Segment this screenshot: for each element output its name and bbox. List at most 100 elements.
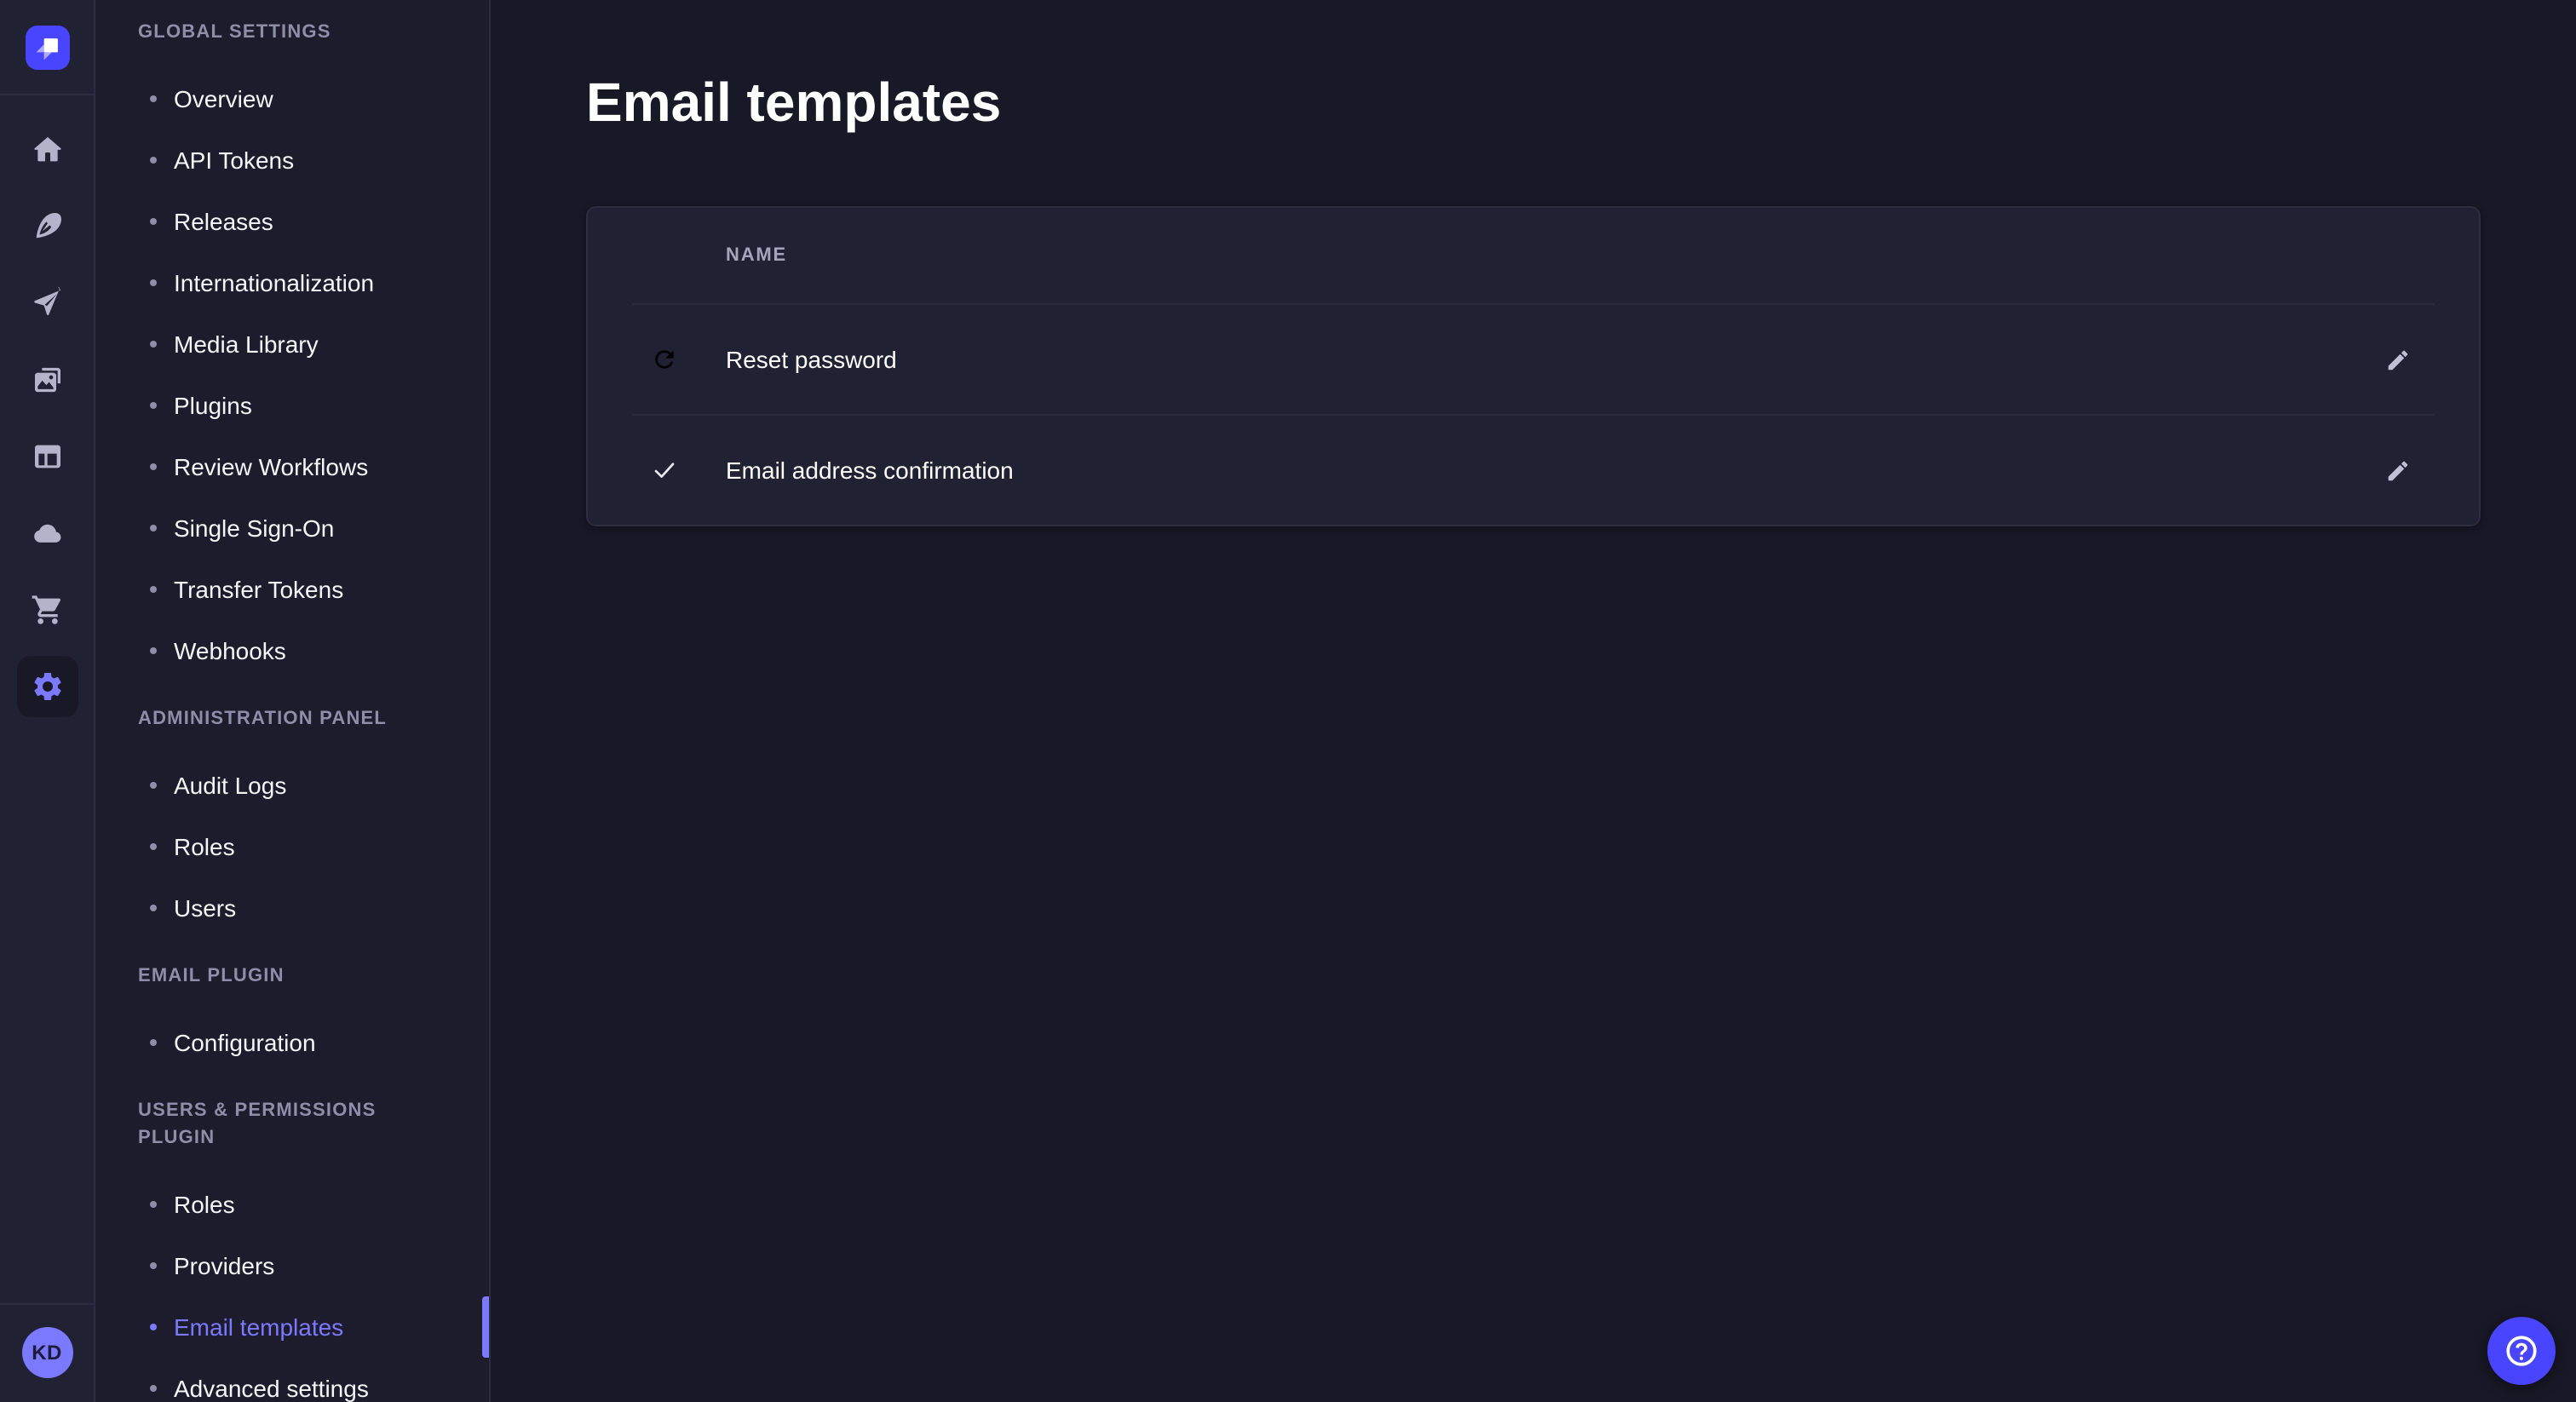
subnav-section-list: Overview API Tokens Releases Internationali…	[95, 68, 489, 681]
subnav-item-label: Releases	[174, 204, 273, 238]
bullet-icon	[150, 157, 157, 164]
subnav-item-webhooks[interactable]: Webhooks	[95, 620, 489, 681]
paper-plane-icon	[30, 286, 64, 320]
subnav-item-roles[interactable]: Roles	[95, 1174, 489, 1235]
nav-cloud-button[interactable]	[16, 503, 78, 564]
user-avatar[interactable]: KD	[21, 1327, 72, 1378]
refresh-icon	[651, 346, 678, 373]
subnav-item-label: Review Workflows	[174, 450, 368, 484]
table-body: Reset password Email address confirmation	[588, 303, 2479, 525]
subnav-item-review-workflows[interactable]: Review Workflows	[95, 436, 489, 497]
subnav-item-label: Plugins	[174, 388, 252, 422]
subnav-item-internationalization[interactable]: Internationalization	[95, 252, 489, 313]
edit-template-button[interactable]	[2370, 443, 2424, 497]
edit-template-button[interactable]	[2370, 332, 2424, 387]
subnav-item-label: Users	[174, 891, 236, 925]
subnav-item-roles[interactable]: Roles	[95, 816, 489, 877]
table-row-reset-password[interactable]: Reset password	[588, 305, 2479, 414]
nav-feather-button[interactable]	[16, 196, 78, 257]
bullet-icon	[150, 1324, 157, 1330]
subnav-item-label: Media Library	[174, 327, 319, 361]
subnav-section-list: Roles Providers Email templatesAdvanced se…	[95, 1174, 489, 1402]
cart-icon	[30, 593, 64, 627]
subnav-item-label: Providers	[174, 1249, 274, 1283]
subnav-section-list: Audit Logs Roles Users	[95, 755, 489, 939]
subnav-section-email-plugin: EMAIL PLUGIN Configuration	[95, 962, 489, 1073]
subnav-section-label: USERS & PERMISSIONS PLUGIN	[138, 1097, 448, 1152]
subnav-item-single-sign-on[interactable]: Single Sign-On	[95, 497, 489, 559]
images-icon	[30, 363, 64, 397]
bullet-icon	[150, 782, 157, 789]
subnav-item-releases[interactable]: Releases	[95, 191, 489, 252]
nav-cart-button[interactable]	[16, 579, 78, 641]
subnav-item-providers[interactable]: Providers	[95, 1235, 489, 1296]
subnav-item-label: Overview	[174, 82, 273, 116]
bullet-icon	[150, 1201, 157, 1208]
subnav-item-label: Single Sign-On	[174, 511, 334, 545]
bullet-icon	[150, 843, 157, 850]
rail-bottom: KD	[0, 1303, 94, 1402]
bullet-icon	[150, 95, 157, 102]
subnav-item-label: Audit Logs	[174, 768, 286, 802]
subnav-item-label: Transfer Tokens	[174, 572, 343, 606]
subnav-section-label: GLOBAL SETTINGS	[138, 19, 448, 46]
subnav-section-list: Configuration	[95, 1012, 489, 1073]
strapi-logo[interactable]	[25, 26, 69, 70]
refresh-icon	[651, 346, 678, 373]
subnav-item-users[interactable]: Users	[95, 877, 489, 939]
subnav-item-media-library[interactable]: Media Library	[95, 313, 489, 375]
bullet-icon	[150, 905, 157, 911]
check-icon	[651, 457, 678, 484]
table-header-row: NAME	[588, 208, 2479, 303]
bullet-icon	[150, 1262, 157, 1269]
page-title: Email templates	[586, 68, 2481, 136]
cloud-icon	[30, 516, 64, 550]
subnav-item-api-tokens[interactable]: API Tokens	[95, 129, 489, 191]
bullet-icon	[150, 463, 157, 470]
app-root: KD GLOBAL SETTINGS Overview API Tokens Rele…	[0, 0, 2576, 1402]
nav-paper-plane-button[interactable]	[16, 273, 78, 334]
template-name: Email address confirmation	[726, 453, 2370, 487]
subnav-section-label: ADMINISTRATION PANEL	[138, 705, 448, 733]
pencil-icon	[2384, 347, 2410, 372]
bullet-icon	[150, 279, 157, 286]
bullet-icon	[150, 341, 157, 348]
subnav-section-users-permissions-plugin: USERS & PERMISSIONS PLUGIN Roles Providers…	[95, 1097, 489, 1402]
subnav-item-configuration[interactable]: Configuration	[95, 1012, 489, 1073]
email-templates-table: NAME Reset password Email address confirm…	[586, 206, 2481, 526]
subnav-item-audit-logs[interactable]: Audit Logs	[95, 755, 489, 816]
strapi-logo-icon	[25, 26, 69, 70]
bullet-icon	[150, 1039, 157, 1046]
subnav-item-label: Configuration	[174, 1026, 316, 1060]
template-name: Reset password	[726, 342, 2370, 376]
main-content: Email templates NAME Reset password Email…	[491, 0, 2576, 1402]
question-circle-icon	[2503, 1332, 2540, 1370]
subnav-item-label: Webhooks	[174, 634, 286, 668]
help-button[interactable]	[2487, 1317, 2556, 1385]
column-header-name: NAME	[726, 242, 787, 269]
subnav-item-advanced-settings[interactable]: Advanced settings	[95, 1358, 489, 1402]
pencil-icon	[2384, 457, 2410, 483]
table-row-email-address-confirmation[interactable]: Email address confirmation	[588, 416, 2479, 525]
subnav-item-transfer-tokens[interactable]: Transfer Tokens	[95, 559, 489, 620]
subnav-item-plugins[interactable]: Plugins	[95, 375, 489, 436]
bullet-icon	[150, 402, 157, 409]
settings-subnav: GLOBAL SETTINGS Overview API Tokens Release…	[95, 0, 491, 1402]
nav-gear-button[interactable]	[16, 656, 78, 717]
main-nav-rail: KD	[0, 0, 95, 1402]
rail-divider	[0, 94, 94, 95]
subnav-item-label: Roles	[174, 1187, 235, 1221]
nav-home-button[interactable]	[16, 119, 78, 181]
subnav-section-label: EMAIL PLUGIN	[138, 962, 448, 990]
gear-icon	[30, 669, 64, 704]
subnav-item-email-templates[interactable]: Email templates	[95, 1296, 489, 1358]
main-nav-icons	[16, 119, 78, 717]
bullet-icon	[150, 647, 157, 654]
nav-images-button[interactable]	[16, 349, 78, 411]
nav-layout-button[interactable]	[16, 426, 78, 487]
subnav-item-overview[interactable]: Overview	[95, 68, 489, 129]
bullet-icon	[150, 218, 157, 225]
bullet-icon	[150, 1385, 157, 1392]
layout-icon	[30, 440, 64, 474]
rail-divider	[0, 1303, 94, 1305]
